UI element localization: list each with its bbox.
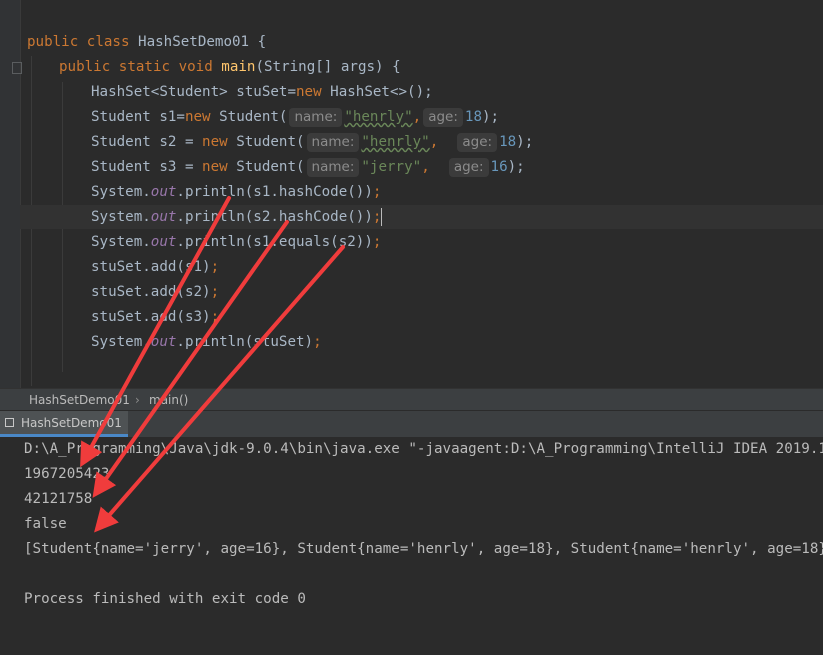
- code-line-add1[interactable]: stuSet.add(s1);: [91, 255, 219, 280]
- breadcrumb-separator: ›: [135, 393, 140, 407]
- code-text: );: [507, 159, 525, 175]
- code-line-main[interactable]: public static void main(String[] args) {: [59, 55, 401, 80]
- semicolon: ;: [372, 234, 382, 250]
- keyword: new: [202, 134, 228, 150]
- code-text: System.: [91, 334, 151, 350]
- fold-marker-icon[interactable]: [12, 62, 22, 74]
- param-hint: age:: [457, 133, 498, 152]
- code-text: Student s1=: [91, 109, 185, 125]
- run-tool-window-header: HashSetDemo01: [0, 410, 823, 438]
- static-field: out: [150, 234, 177, 250]
- param-hint: age:: [423, 108, 463, 127]
- code-text: HashSet<>();: [321, 84, 433, 100]
- string-literal: "henrly": [344, 109, 413, 125]
- code-text: stuSet.add(s1): [91, 259, 211, 275]
- editor-gutter[interactable]: [0, 0, 22, 388]
- code-text: Student s3 =: [91, 159, 203, 175]
- static-field: out: [150, 184, 177, 200]
- code-line-hashset[interactable]: HashSet<Student> stuSet=new HashSet<>();: [91, 80, 433, 105]
- param-hint: name:: [289, 108, 343, 127]
- code-text: stuSet.add(s3): [91, 309, 211, 325]
- breadcrumb-method[interactable]: main(): [149, 389, 188, 411]
- code-line-print-hash2[interactable]: System.out.println(s2.hashCode());: [91, 205, 383, 230]
- code-editor[interactable]: public class HashSetDemo01 { public stat…: [0, 0, 823, 388]
- code-text: Student(: [227, 159, 305, 175]
- param-hint: name:: [306, 133, 360, 152]
- static-field: out: [150, 334, 177, 350]
- keyword: new: [296, 84, 322, 100]
- string-literal: "henrly": [361, 134, 430, 150]
- console-line: D:\A_Programming\Java\jdk-9.0.4\bin\java…: [24, 441, 823, 457]
- code-text: System.: [91, 184, 151, 200]
- code-text: System.: [91, 234, 151, 250]
- code-line-s3[interactable]: Student s3 = new Student(name: "jerry", a…: [91, 155, 525, 180]
- code-text: .println(s1.hashCode()): [176, 184, 373, 200]
- code-line-add2[interactable]: stuSet.add(s2);: [91, 280, 219, 305]
- console-line: 42121758: [24, 491, 93, 507]
- code-line-add3[interactable]: stuSet.add(s3);: [91, 305, 219, 330]
- code-text: );: [482, 109, 500, 125]
- number-literal: 18: [464, 109, 482, 125]
- brace: {: [249, 34, 267, 50]
- code-line-s2[interactable]: Student s2 = new Student(name: "henrly", …: [91, 130, 533, 155]
- code-text: Student(: [210, 109, 288, 125]
- code-line-print-equals[interactable]: System.out.println(s1.equals(s2));: [91, 230, 381, 255]
- breadcrumb: HashSetDemo01 › main(): [0, 388, 823, 411]
- code-text: HashSet<Student> stuSet=: [91, 84, 296, 100]
- console-line: false: [24, 516, 67, 532]
- console-output[interactable]: D:\A_Programming\Java\jdk-9.0.4\bin\java…: [0, 437, 823, 655]
- run-tab[interactable]: HashSetDemo01: [0, 411, 128, 437]
- code-text: .println(s2.hashCode()): [176, 209, 373, 225]
- console-line: [Student{name='jerry', age=16}, Student{…: [24, 541, 823, 557]
- code-text: .println(stuSet): [176, 334, 314, 350]
- comma: ,: [412, 109, 422, 125]
- run-tab-label: HashSetDemo01: [21, 416, 122, 430]
- semicolon: ;: [313, 334, 322, 350]
- keyword: new: [184, 109, 211, 125]
- code-text: );: [516, 134, 534, 150]
- comma: ,: [429, 134, 439, 150]
- static-field: out: [150, 209, 177, 225]
- code-line-class[interactable]: public class HashSetDemo01 {: [27, 30, 266, 55]
- console-line: Process finished with exit code 0: [24, 591, 306, 607]
- semicolon: ;: [210, 259, 220, 275]
- code-line-s1[interactable]: Student s1=new Student(name: "henrly", age…: [91, 105, 499, 130]
- run-console-icon: [5, 418, 14, 427]
- code-text: System.: [91, 209, 151, 225]
- keyword: public static void: [59, 59, 222, 75]
- code-text: Student s2 =: [91, 134, 203, 150]
- class-name: HashSetDemo01: [138, 34, 250, 50]
- code-text: stuSet.add(s2): [91, 284, 211, 300]
- console-line: 1967205423: [24, 466, 110, 482]
- number-literal: 16: [490, 159, 508, 175]
- number-literal: 18: [499, 134, 517, 150]
- comma: ,: [421, 159, 430, 175]
- semicolon: ;: [210, 284, 220, 300]
- params: (String[] args) {: [255, 59, 401, 75]
- string-literal: "jerry": [361, 159, 422, 175]
- breadcrumb-class[interactable]: HashSetDemo01: [29, 389, 130, 411]
- semicolon: ;: [372, 184, 382, 200]
- param-hint: age:: [448, 158, 489, 177]
- semicolon: ;: [372, 209, 382, 225]
- param-hint: name:: [306, 158, 360, 177]
- code-text: .println(s1.equals(s2)): [176, 234, 373, 250]
- keyword: public class: [27, 34, 139, 50]
- method-name: main: [221, 59, 256, 75]
- keyword: new: [202, 159, 228, 175]
- code-line-print-hash1[interactable]: System.out.println(s1.hashCode());: [91, 180, 381, 205]
- code-text: Student(: [227, 134, 305, 150]
- text-caret: [381, 208, 383, 226]
- semicolon: ;: [210, 309, 220, 325]
- code-line-print-set[interactable]: System.out.println(stuSet);: [91, 330, 322, 355]
